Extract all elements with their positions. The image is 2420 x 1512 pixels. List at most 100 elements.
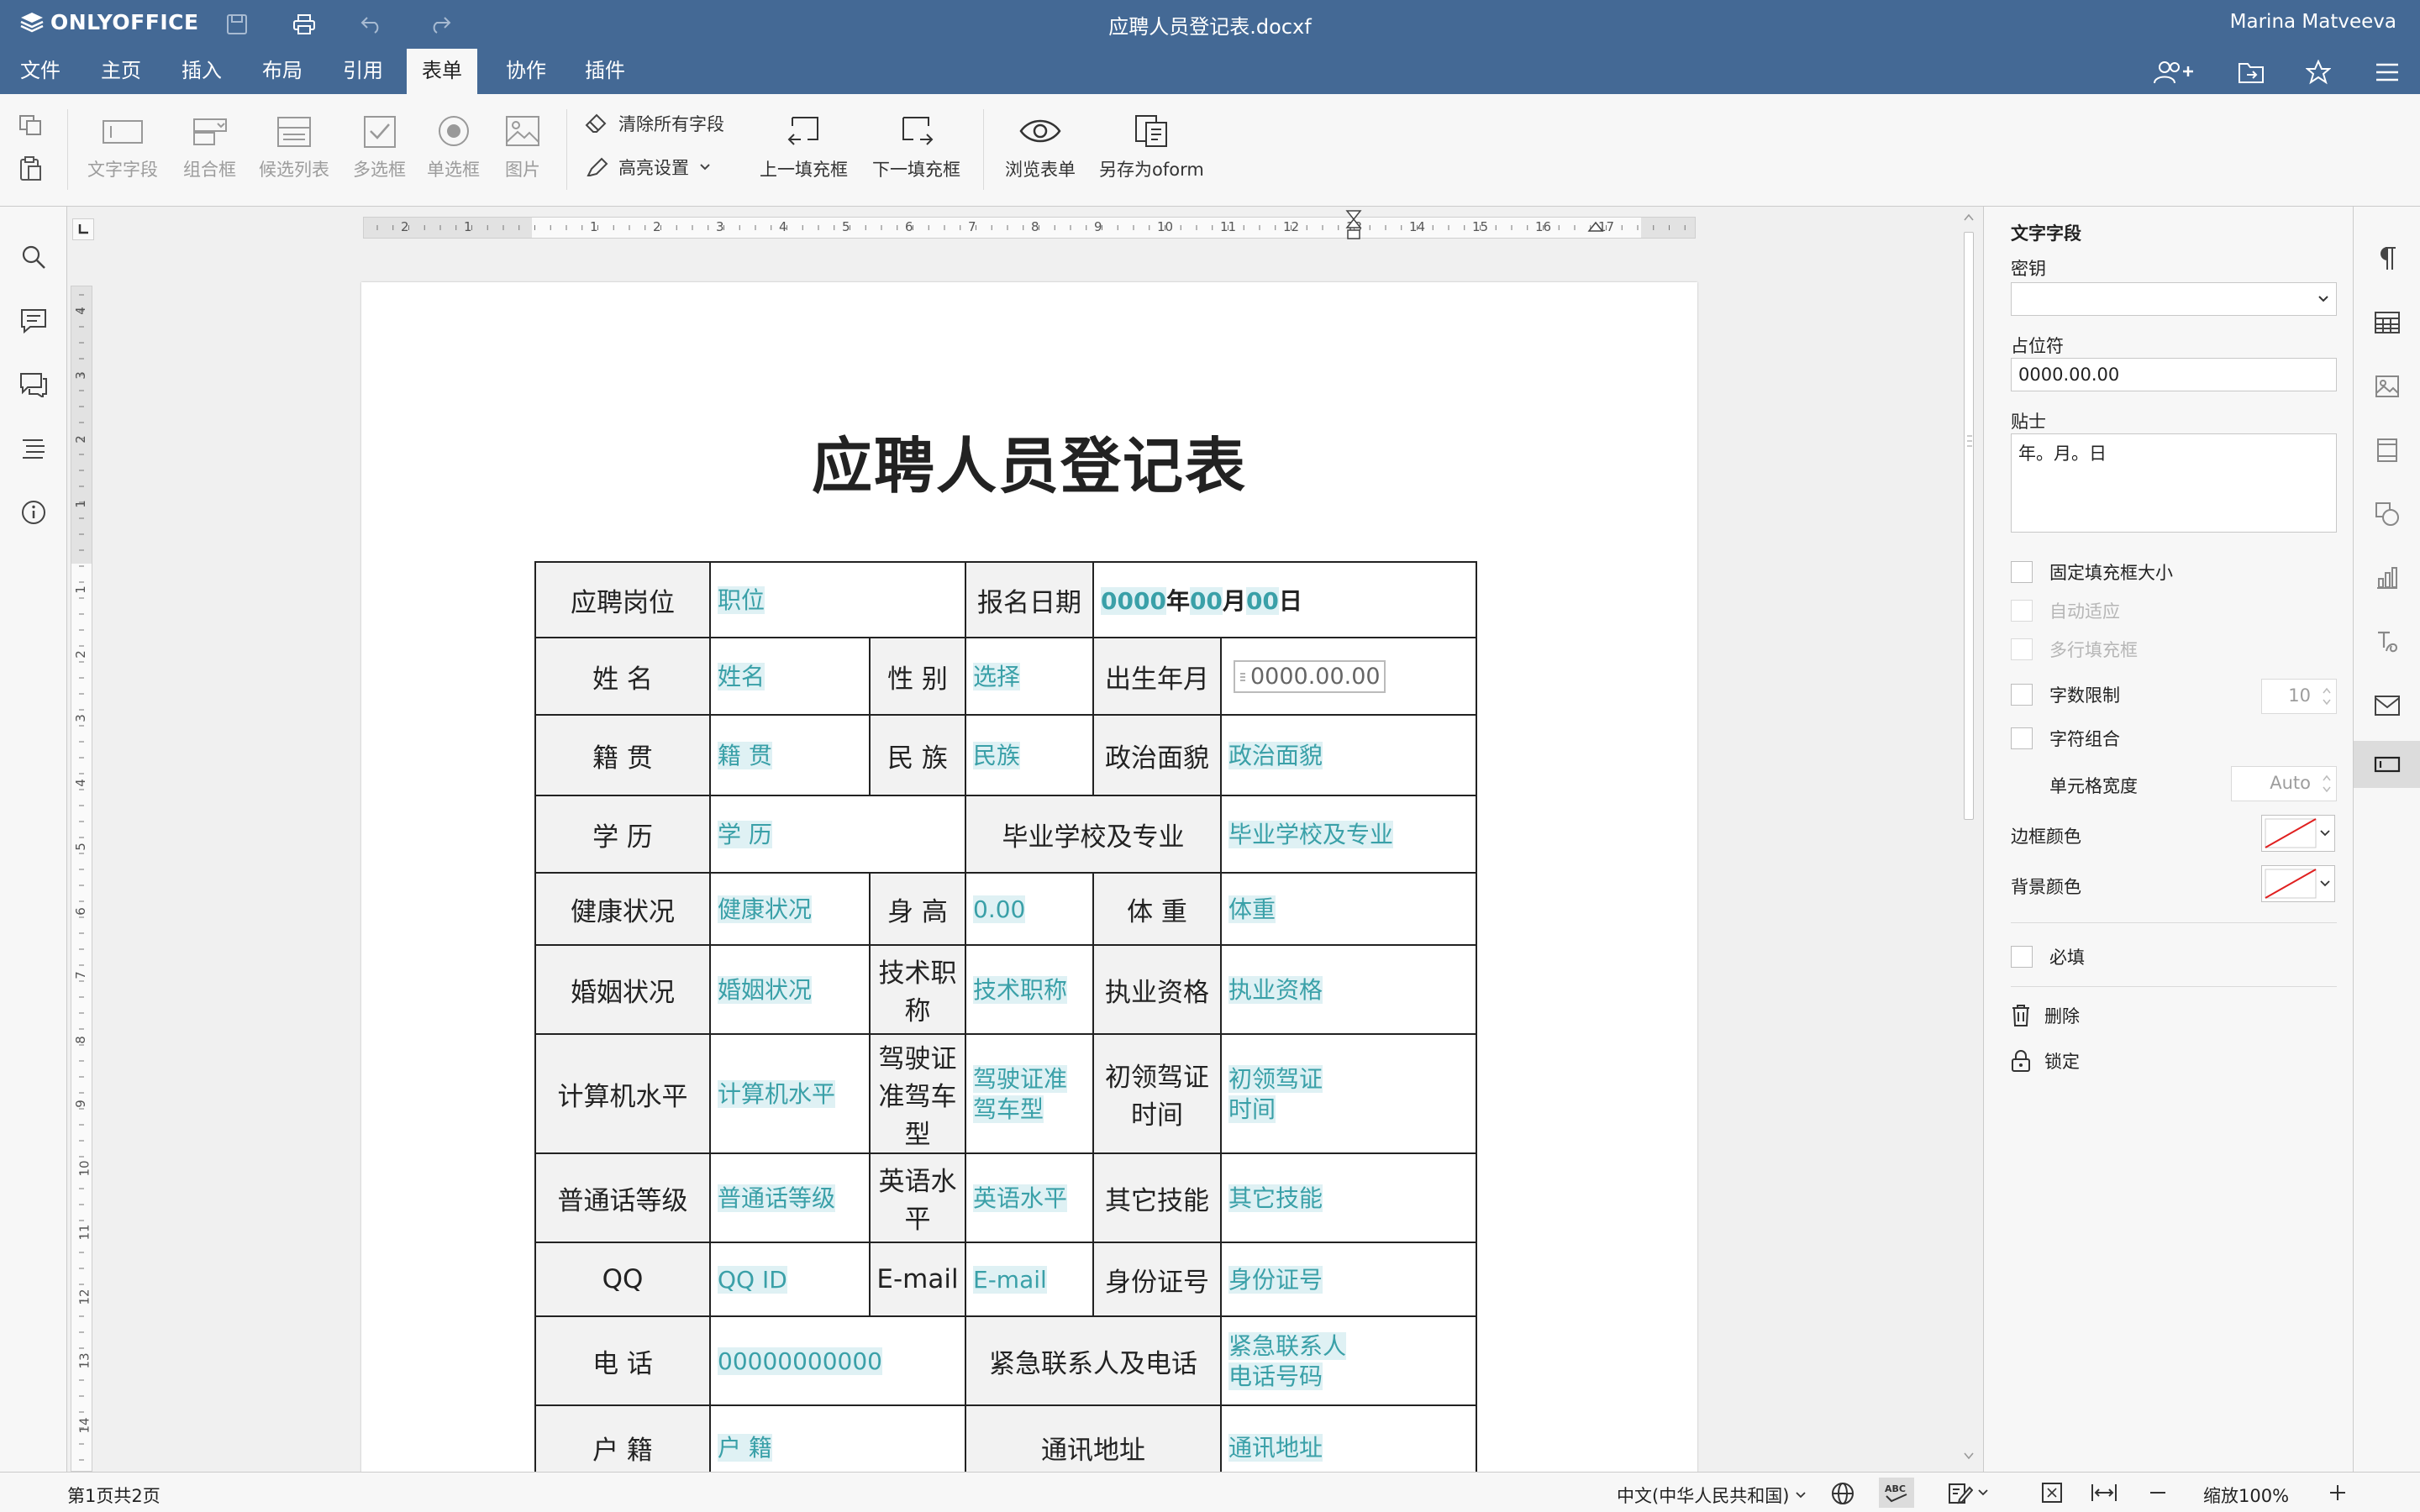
share-users-icon[interactable] (2151, 55, 2196, 89)
about-info-icon[interactable] (15, 494, 52, 531)
technical-title-field[interactable]: 技术职称 (973, 976, 1068, 1004)
apply-day-field[interactable]: 00 (1245, 587, 1279, 615)
document-page[interactable]: 应聘人员登记表 应聘岗位 职位 报名日期 0000年00月00日 姓 名 姓名 … (361, 282, 1697, 1512)
zoom-out-icon[interactable] (2148, 1484, 2168, 1505)
id-number-field[interactable]: 身份证号 (1228, 1266, 1323, 1294)
form-settings-tab-active[interactable] (2354, 741, 2420, 788)
tip-textarea[interactable]: 年。月。日 (2011, 433, 2337, 533)
page-info[interactable]: 第1页共2页 (67, 1483, 160, 1508)
license-type-field[interactable]: 驾驶证准 驾车型 (973, 1063, 1092, 1124)
scrollbar-thumb[interactable] (1964, 232, 1974, 820)
name-field[interactable]: 姓名 (718, 663, 765, 690)
text-art-settings-icon[interactable] (2369, 623, 2406, 660)
qualification-field[interactable]: 执业资格 (1228, 976, 1323, 1004)
header-footer-settings-icon[interactable] (2369, 432, 2406, 469)
highlight-settings-button[interactable]: 高亮设置 (585, 155, 711, 180)
vertical-scrollbar[interactable] (1961, 207, 1976, 1472)
mandarin-level-field[interactable]: 普通话等级 (718, 1184, 836, 1212)
mail-merge-icon[interactable] (2369, 687, 2406, 724)
paragraph-settings-icon[interactable] (2369, 240, 2406, 277)
save-as-oform-button[interactable]: 另存为oform (1099, 114, 1204, 181)
favorite-star-icon[interactable] (2296, 55, 2341, 89)
scroll-up-arrow-icon[interactable] (1961, 212, 1976, 223)
email-field[interactable]: E-mail (973, 1266, 1047, 1294)
first-license-date-field[interactable]: 初领驾证 时间 (1228, 1063, 1476, 1124)
other-skills-field[interactable]: 其它技能 (1228, 1184, 1323, 1212)
spinner-arrows-icon[interactable] (2321, 684, 2333, 709)
fixed-size-checkbox[interactable]: 固定填充框大小 (2011, 559, 2173, 585)
shape-settings-icon[interactable] (2369, 496, 2406, 533)
search-icon[interactable] (15, 239, 52, 276)
document-language-globe-icon[interactable] (1830, 1481, 1855, 1510)
autofit-checkbox[interactable]: 自动适应 (2011, 598, 2120, 623)
navigation-icon[interactable] (15, 430, 52, 467)
tab-file[interactable]: 文件 (5, 49, 76, 94)
language-selector[interactable]: 中文(中华人民共和国) (1617, 1483, 1807, 1508)
checkbox-button[interactable]: 多选框 (353, 114, 406, 181)
education-field[interactable]: 学 历 (718, 821, 772, 848)
apply-year-field[interactable]: 0000 (1101, 587, 1166, 615)
political-status-field[interactable]: 政治面貌 (1228, 742, 1323, 769)
previous-field-button[interactable]: 上一填充框 (760, 114, 848, 181)
computer-level-field[interactable]: 计算机水平 (718, 1080, 836, 1108)
ethnicity-field[interactable]: 民族 (973, 742, 1021, 769)
marital-status-field[interactable]: 婚姻状况 (718, 976, 813, 1004)
combo-box-button[interactable]: 组合框 (183, 114, 236, 181)
fit-to-width-icon[interactable] (2091, 1483, 2118, 1507)
vertical-ruler[interactable]: 4 3 2 1 1 2 3 4 5 6 7 8 9 10 11 12 13 14 (71, 286, 92, 1472)
hamburger-menu-icon[interactable] (2365, 55, 2410, 89)
tab-home[interactable]: 主页 (86, 49, 156, 94)
address-field[interactable]: 通讯地址 (1228, 1434, 1323, 1462)
open-location-icon[interactable] (2228, 55, 2274, 89)
chart-settings-icon[interactable] (2369, 559, 2406, 596)
radio-button-button[interactable]: 单选框 (427, 114, 480, 181)
clear-all-fields-button[interactable]: 清除所有字段 (585, 111, 724, 136)
char-limit-checkbox[interactable]: 字数限制 (2011, 682, 2120, 707)
paste-icon[interactable] (18, 156, 44, 185)
school-major-field[interactable]: 毕业学校及专业 (1228, 821, 1394, 848)
health-field[interactable]: 健康状况 (718, 895, 813, 923)
border-color-picker[interactable] (2261, 815, 2335, 852)
drag-handle-icon[interactable] (1239, 671, 1247, 683)
cell-width-spinner[interactable]: Auto (2231, 766, 2337, 801)
view-form-button[interactable]: 浏览表单 (1005, 114, 1076, 181)
apply-month-field[interactable]: 00 (1189, 587, 1223, 615)
apply-date-field[interactable]: 0000年00月00日 (1101, 585, 1302, 616)
indent-marker-icon[interactable] (1345, 209, 1362, 246)
birth-date-field[interactable]: 0000.00.00 (1234, 660, 1386, 694)
right-indent-marker-icon[interactable] (1587, 221, 1604, 239)
key-select[interactable] (2011, 282, 2337, 316)
tab-forms[interactable]: 表单 (407, 49, 477, 94)
multiline-checkbox[interactable]: 多行填充框 (2011, 637, 2138, 662)
tab-insert[interactable]: 插入 (166, 49, 237, 94)
text-field-button[interactable]: 文字字段 (87, 114, 158, 181)
tab-stop-selector[interactable] (72, 218, 94, 240)
weight-field[interactable]: 体重 (1228, 895, 1276, 923)
background-color-picker[interactable] (2261, 865, 2335, 902)
image-settings-icon[interactable] (2369, 368, 2406, 405)
comments-icon[interactable] (15, 302, 52, 339)
native-place-field[interactable]: 籍 贯 (718, 742, 772, 769)
tab-references[interactable]: 引用 (328, 49, 398, 94)
user-name[interactable]: Marina Matveeva (2230, 11, 2396, 33)
phone-field[interactable]: 00000000000 (718, 1347, 882, 1375)
english-level-field[interactable]: 英语水平 (973, 1184, 1068, 1212)
tab-plugins[interactable]: 插件 (570, 49, 640, 94)
placeholder-input[interactable]: 0000.00.00 (2011, 358, 2337, 391)
household-field[interactable]: 户 籍 (718, 1434, 772, 1462)
horizontal-ruler[interactable]: 211234567891011121314151617 (363, 210, 1696, 239)
fit-to-page-icon[interactable] (2040, 1481, 2064, 1509)
image-field-button[interactable]: 图片 (504, 114, 541, 181)
tab-collaboration[interactable]: 协作 (491, 49, 561, 94)
delete-button[interactable]: 删除 (2011, 1003, 2080, 1028)
spell-check-icon[interactable]: ABC (1879, 1478, 1914, 1508)
comb-checkbox[interactable]: 字符组合 (2011, 726, 2120, 751)
lock-button[interactable]: 锁定 (2011, 1048, 2080, 1074)
chat-icon[interactable] (15, 366, 52, 403)
copy-icon[interactable] (18, 114, 44, 139)
char-limit-spinner[interactable]: 10 (2261, 679, 2337, 714)
dropdown-list-button[interactable]: 候选列表 (259, 114, 329, 181)
emergency-contact-field[interactable]: 紧急联系人 电话号码 (1228, 1331, 1476, 1391)
qq-field[interactable]: QQ ID (718, 1266, 787, 1294)
gender-combo-field[interactable]: 选择 (973, 663, 1021, 690)
